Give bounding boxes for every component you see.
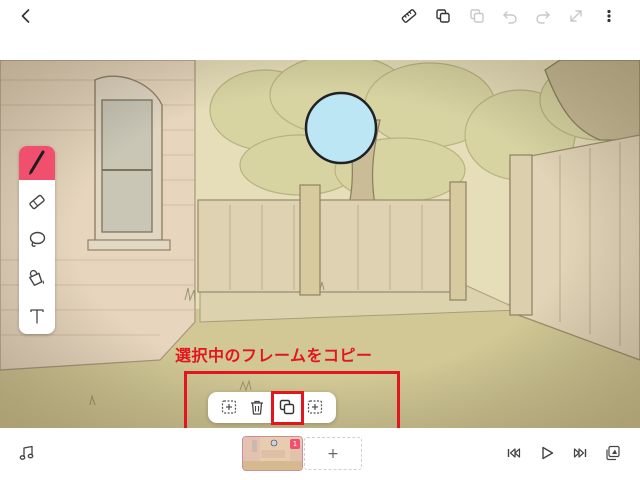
text-tool-icon[interactable] bbox=[27, 306, 47, 326]
expand-icon bbox=[567, 7, 585, 25]
frame-number-badge: 1 bbox=[290, 439, 300, 449]
insert-frame-before-icon[interactable] bbox=[220, 398, 238, 416]
music-icon[interactable] bbox=[17, 444, 35, 462]
eraser-icon[interactable] bbox=[27, 192, 47, 212]
frame-thumbnail[interactable]: 1 bbox=[243, 437, 302, 470]
insert-frame-after-icon[interactable] bbox=[306, 398, 324, 416]
play-icon[interactable] bbox=[538, 444, 556, 462]
pen-tool-button[interactable] bbox=[19, 146, 55, 180]
ruler-icon[interactable] bbox=[400, 7, 418, 25]
skip-to-start-icon[interactable] bbox=[505, 444, 523, 462]
back-icon[interactable] bbox=[16, 6, 36, 26]
fill-bucket-icon[interactable] bbox=[27, 268, 47, 288]
onion-skin-icon[interactable] bbox=[604, 444, 622, 462]
skip-to-end-icon[interactable] bbox=[571, 444, 589, 462]
add-frame-button[interactable]: + bbox=[304, 437, 362, 470]
annotation-label: 選択中のフレームをコピー bbox=[175, 346, 373, 365]
more-icon[interactable] bbox=[600, 7, 618, 25]
top-toolbar bbox=[0, 0, 640, 60]
copy-layers-icon[interactable] bbox=[434, 7, 452, 25]
undo-icon bbox=[501, 7, 519, 25]
tools-panel bbox=[19, 146, 55, 334]
delete-frame-icon[interactable] bbox=[248, 398, 266, 416]
paste-icon bbox=[468, 7, 486, 25]
copy-button-highlight bbox=[271, 391, 304, 425]
lasso-icon[interactable] bbox=[27, 230, 47, 250]
redo-icon bbox=[534, 7, 552, 25]
